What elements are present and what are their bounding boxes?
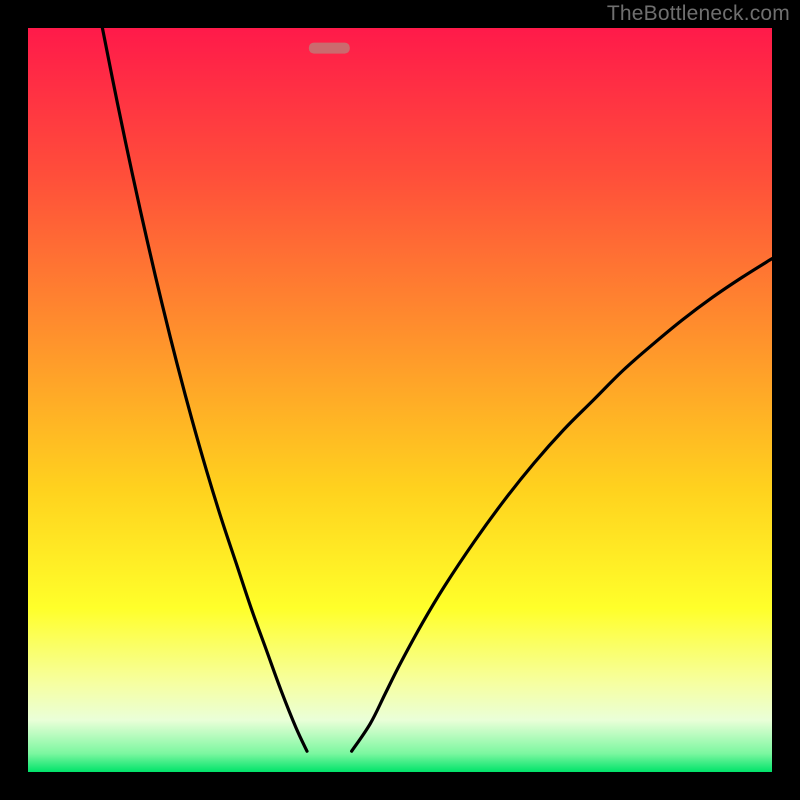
gradient-background	[28, 28, 772, 772]
minimum-marker-bar	[309, 43, 350, 54]
plot-area	[28, 28, 772, 772]
watermark-text: TheBottleneck.com	[607, 2, 790, 26]
chart-svg	[28, 28, 772, 772]
